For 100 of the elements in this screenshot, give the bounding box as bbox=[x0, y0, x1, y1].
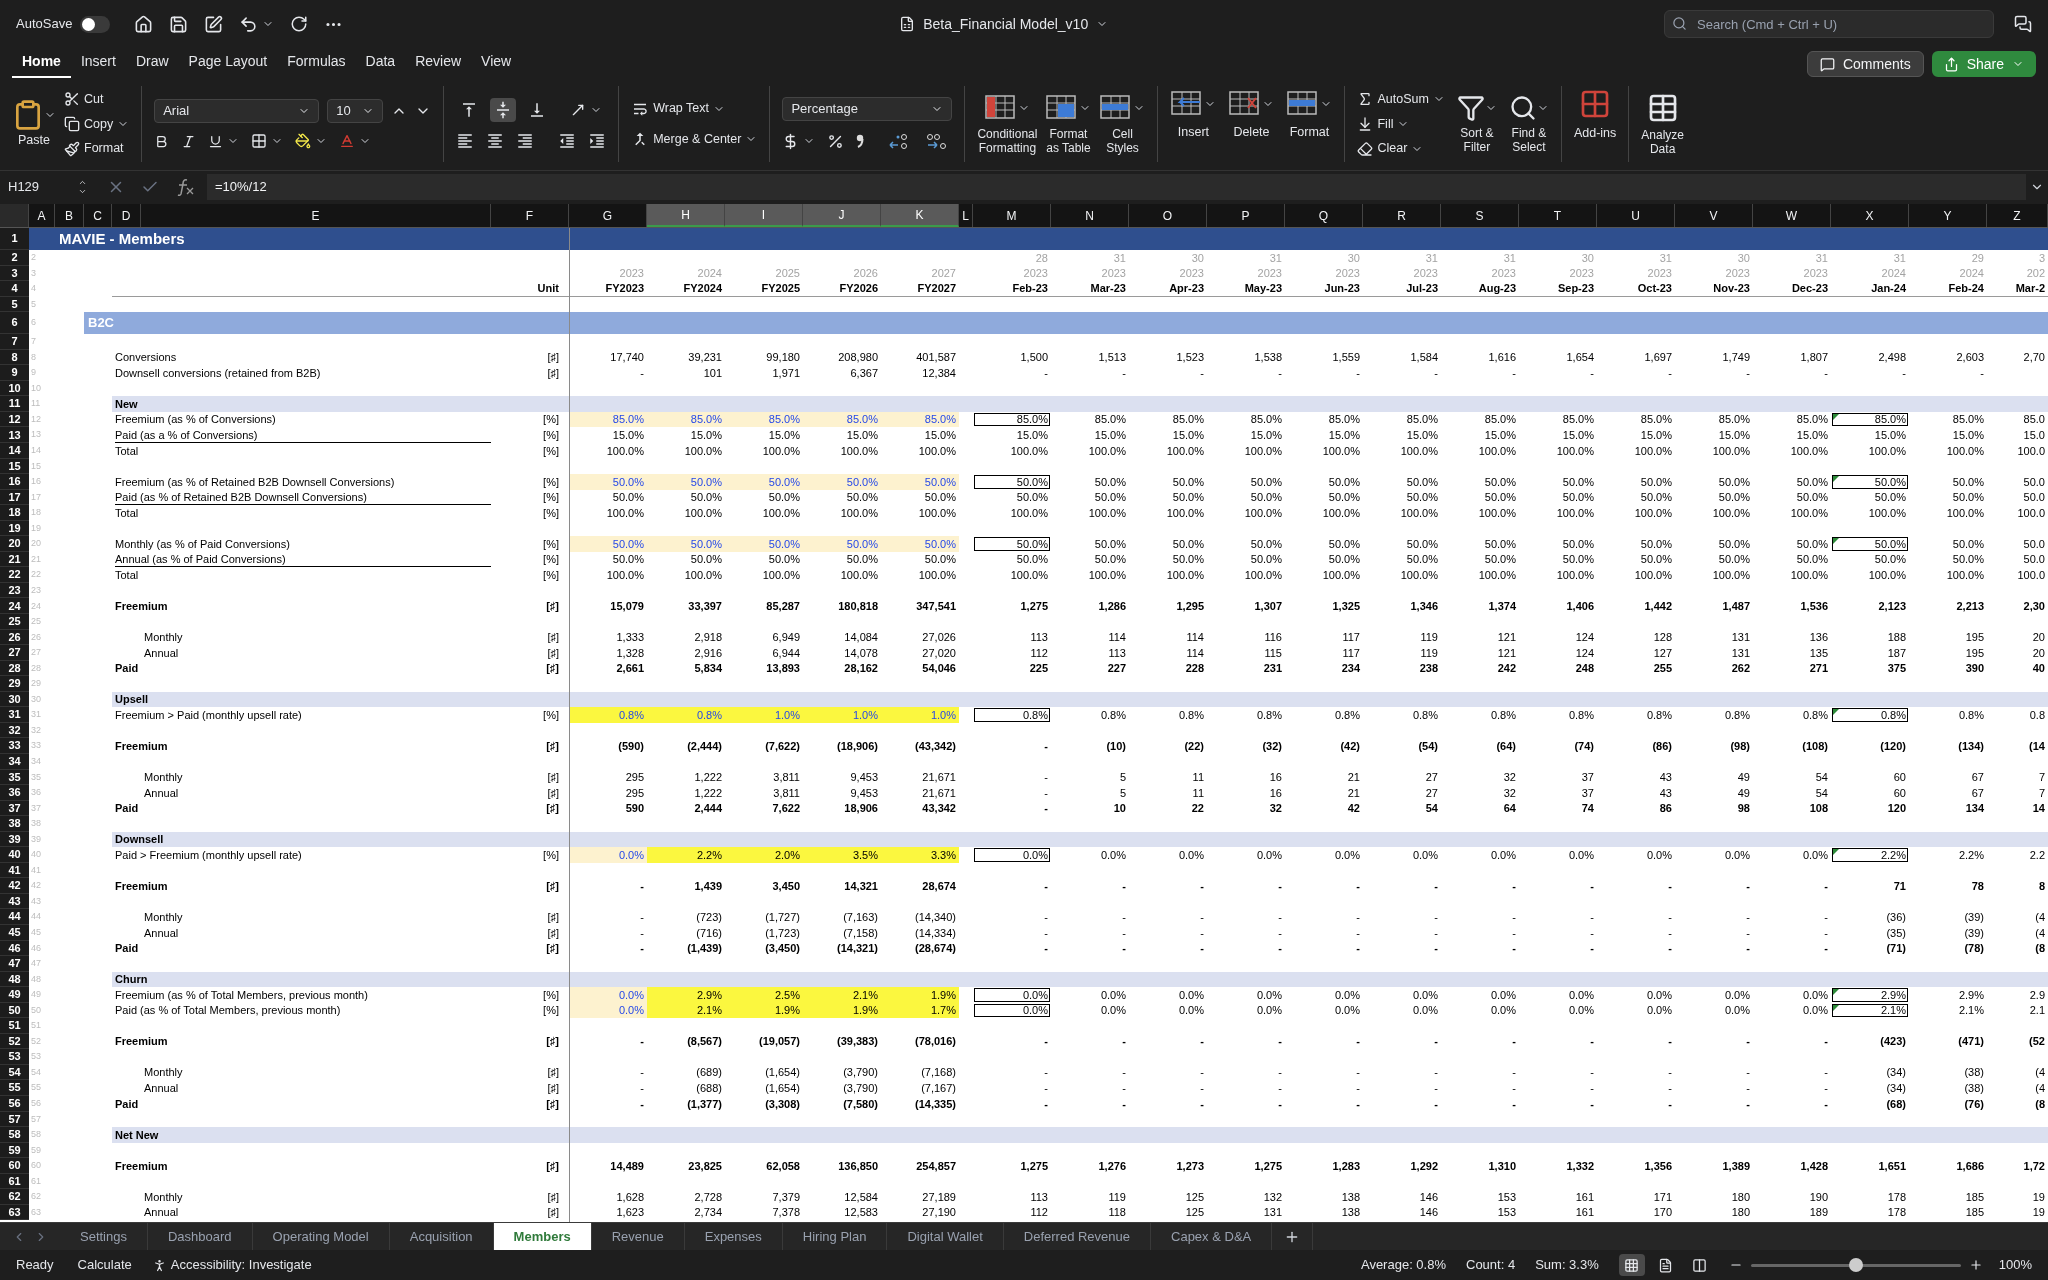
column-header[interactable]: Z bbox=[1987, 204, 2048, 227]
align-middle-icon[interactable] bbox=[490, 98, 517, 122]
eraser-icon[interactable] bbox=[1357, 140, 1374, 157]
format-painter-icon[interactable] bbox=[64, 140, 80, 157]
row-header[interactable]: 1 bbox=[0, 228, 29, 250]
ribbon-label[interactable]: Copy bbox=[84, 114, 114, 134]
row-header[interactable]: 47 bbox=[0, 956, 29, 972]
column-header[interactable]: A bbox=[29, 204, 55, 227]
fill-color-icon[interactable] bbox=[295, 133, 312, 149]
align-right-icon[interactable] bbox=[516, 132, 535, 150]
column-header[interactable]: N bbox=[1051, 204, 1129, 227]
ribbon-label[interactable]: AutoSum bbox=[1377, 89, 1429, 109]
ribbon-label[interactable]: Merge & Center bbox=[653, 130, 742, 149]
increase-decimal-icon[interactable] bbox=[924, 131, 949, 151]
column-header[interactable]: O bbox=[1129, 204, 1207, 227]
row-header[interactable]: 49 bbox=[0, 987, 29, 1003]
column-header[interactable]: F bbox=[491, 204, 569, 227]
column-header[interactable]: H bbox=[647, 204, 725, 227]
row-header[interactable]: 27 bbox=[0, 645, 29, 661]
ribbon-tab[interactable]: Page Layout bbox=[178, 51, 278, 78]
row-header[interactable]: 24 bbox=[0, 598, 29, 615]
ribbon-tab[interactable]: Formulas bbox=[277, 51, 356, 78]
column-header[interactable]: X bbox=[1831, 204, 1909, 227]
ribbon-tab[interactable]: View bbox=[471, 51, 522, 78]
cut-icon[interactable] bbox=[64, 91, 80, 108]
row-header[interactable]: 18 bbox=[0, 505, 29, 521]
row-header[interactable]: 29 bbox=[0, 676, 29, 692]
ribbon-label[interactable]: Wrap Text bbox=[653, 99, 709, 118]
ribbon-label[interactable]: Format bbox=[1289, 122, 1330, 142]
sheet-tab[interactable]: Members bbox=[493, 1223, 592, 1250]
share-button[interactable]: Share bbox=[1931, 51, 2036, 77]
save-icon[interactable] bbox=[169, 14, 189, 34]
zoom-slider-thumb[interactable] bbox=[1848, 1258, 1863, 1272]
column-header[interactable]: V bbox=[1675, 204, 1753, 227]
ribbon-label[interactable]: Add-ins bbox=[1573, 123, 1617, 143]
row-header[interactable]: 44 bbox=[0, 909, 29, 925]
row-header[interactable]: 16 bbox=[0, 474, 29, 490]
column-header[interactable]: I bbox=[725, 204, 803, 227]
ribbon-label[interactable]: Sort & Filter bbox=[1460, 126, 1494, 154]
decrease-indent-icon[interactable] bbox=[558, 132, 577, 150]
row-header[interactable]: 60 bbox=[0, 1158, 29, 1174]
row-header[interactable]: 58 bbox=[0, 1127, 29, 1143]
zoom-slider[interactable] bbox=[1750, 1258, 1961, 1272]
row-header[interactable]: 25 bbox=[0, 614, 29, 630]
ribbon-label[interactable]: Cut bbox=[84, 89, 104, 109]
row-header[interactable]: 6 bbox=[0, 312, 29, 335]
search-icon[interactable] bbox=[1508, 94, 1537, 122]
calculate-button[interactable]: Calculate bbox=[77, 1255, 132, 1275]
sort-filter-icon[interactable] bbox=[1456, 94, 1485, 122]
autosave-toggle[interactable] bbox=[80, 15, 111, 33]
name-box[interactable]: H129 bbox=[0, 172, 95, 201]
column-header[interactable]: W bbox=[1753, 204, 1831, 227]
column-header[interactable]: S bbox=[1441, 204, 1519, 227]
column-header[interactable]: U bbox=[1597, 204, 1675, 227]
row-header[interactable]: 31 bbox=[0, 707, 29, 723]
paste-label[interactable]: Paste bbox=[18, 130, 50, 150]
ribbon-tab[interactable]: Data bbox=[355, 51, 406, 78]
ribbon-tab[interactable]: Draw bbox=[125, 51, 179, 78]
formula-field[interactable]: =10%/12 bbox=[207, 173, 2026, 200]
ribbon-tab[interactable]: Review bbox=[405, 51, 472, 78]
accessibility-status[interactable]: Accessibility: Investigate bbox=[170, 1255, 312, 1275]
column-header[interactable]: C bbox=[84, 204, 112, 227]
column-header[interactable]: T bbox=[1519, 204, 1597, 227]
align-left-icon[interactable] bbox=[456, 132, 475, 150]
normal-view-icon[interactable] bbox=[1618, 1254, 1645, 1276]
ribbon-label[interactable]: Delete bbox=[1233, 122, 1270, 142]
row-header[interactable]: 22 bbox=[0, 567, 29, 583]
column-header[interactable]: L bbox=[959, 204, 973, 227]
ribbon-label[interactable]: Insert bbox=[1177, 122, 1210, 142]
row-header[interactable]: 13 bbox=[0, 427, 29, 443]
function-icon[interactable] bbox=[175, 177, 195, 196]
row-header[interactable]: 2 bbox=[0, 250, 29, 266]
increase-indent-icon[interactable] bbox=[588, 132, 607, 150]
row-header[interactable]: 11 bbox=[0, 396, 29, 412]
borders-icon[interactable] bbox=[251, 133, 268, 149]
column-header[interactable]: R bbox=[1363, 204, 1441, 227]
row-header[interactable]: 53 bbox=[0, 1049, 29, 1065]
zoom-in-icon[interactable] bbox=[1968, 1258, 1983, 1272]
row-header[interactable]: 14 bbox=[0, 443, 29, 459]
number-format-select[interactable]: Percentage bbox=[782, 97, 953, 121]
ribbon-label[interactable]: Clear bbox=[1377, 139, 1408, 159]
ribbon-label[interactable]: Conditional Formatting bbox=[977, 127, 1038, 155]
column-header[interactable]: Y bbox=[1909, 204, 1987, 227]
comma-icon[interactable] bbox=[856, 134, 865, 148]
column-header[interactable]: E bbox=[141, 204, 491, 227]
ribbon-tab[interactable]: Insert bbox=[70, 51, 126, 78]
home-icon[interactable] bbox=[134, 14, 154, 34]
row-header[interactable]: 4 bbox=[0, 281, 29, 297]
row-header[interactable]: 36 bbox=[0, 785, 29, 801]
font-color-icon[interactable] bbox=[339, 133, 356, 149]
copy-icon[interactable] bbox=[64, 116, 80, 132]
row-header[interactable]: 51 bbox=[0, 1018, 29, 1034]
row-header[interactable]: 40 bbox=[0, 847, 29, 863]
row-header[interactable]: 42 bbox=[0, 878, 29, 894]
edit-icon[interactable] bbox=[204, 14, 224, 34]
font-select[interactable]: Arial bbox=[154, 99, 320, 123]
font-size-select[interactable]: 10 bbox=[327, 99, 384, 123]
ribbon-label[interactable]: Format bbox=[84, 139, 124, 159]
row-header[interactable]: 20 bbox=[0, 536, 29, 552]
column-header[interactable]: Q bbox=[1285, 204, 1363, 227]
